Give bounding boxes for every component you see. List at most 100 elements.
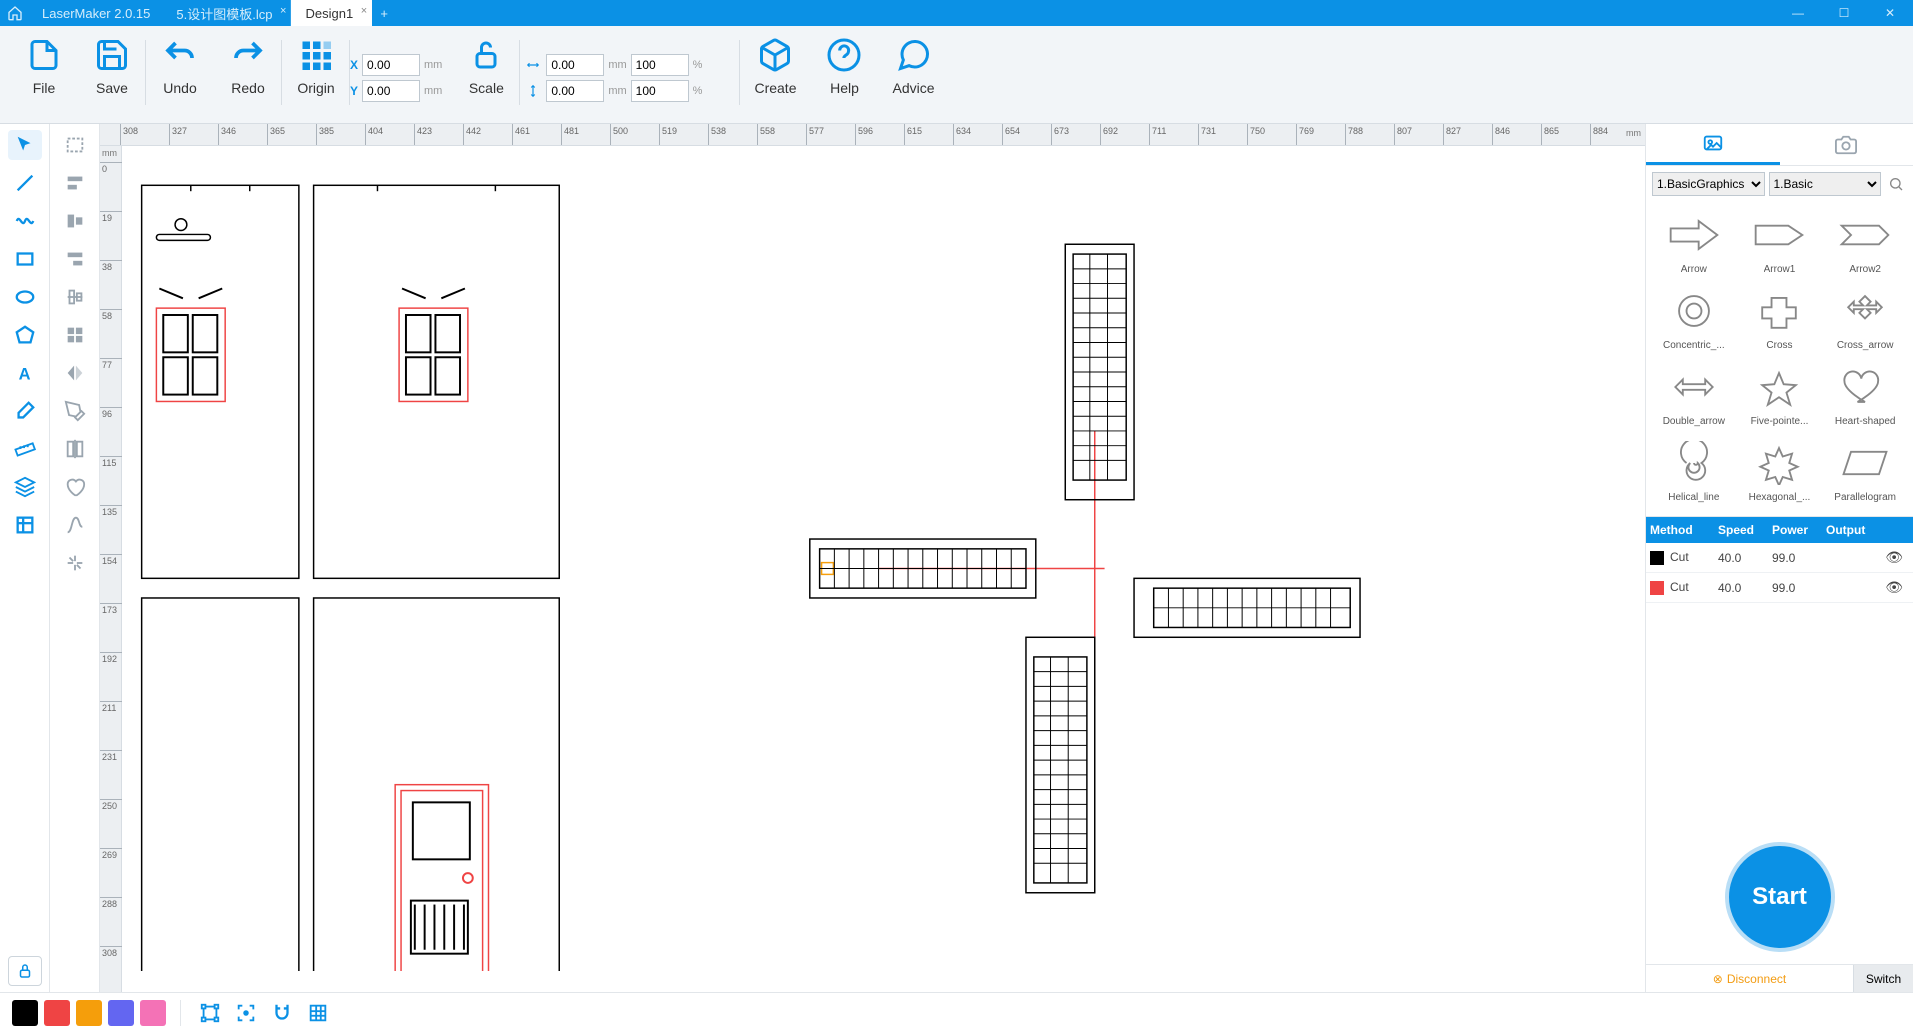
shape-parallelogram[interactable]: Parallelogram xyxy=(1823,434,1907,508)
save-button[interactable]: Save xyxy=(78,32,146,123)
pen-tool[interactable] xyxy=(58,396,92,426)
trace-tool[interactable] xyxy=(58,510,92,540)
shape-hexagonal-[interactable]: Hexagonal_... xyxy=(1738,434,1822,508)
help-button[interactable]: Help xyxy=(810,32,878,123)
shape-library-grid: ArrowArrow1Arrow2 Concentric_... Cross Cros… xyxy=(1646,202,1913,512)
text-tool[interactable]: A xyxy=(8,358,42,388)
shape-label: Parallelogram xyxy=(1834,492,1896,508)
height-pct-input[interactable] xyxy=(631,80,689,102)
palette-swatch[interactable] xyxy=(140,1000,166,1026)
width-input[interactable] xyxy=(546,54,604,76)
shape-label: Cross xyxy=(1766,340,1792,356)
curve-tool[interactable] xyxy=(8,206,42,236)
align-tool-2[interactable] xyxy=(58,206,92,236)
width-pct-input[interactable] xyxy=(631,54,689,76)
magnet-icon[interactable] xyxy=(267,998,297,1028)
ellipse-tool[interactable] xyxy=(8,282,42,312)
palette-swatch[interactable] xyxy=(12,1000,38,1026)
y-input[interactable] xyxy=(362,80,420,102)
group-tool[interactable] xyxy=(58,320,92,350)
height-input[interactable] xyxy=(546,80,604,102)
heart-tool[interactable] xyxy=(58,472,92,502)
dim-inputs: mm% mm% xyxy=(520,32,712,123)
eye-icon[interactable]: 👁 xyxy=(1885,549,1903,565)
artboard-tool[interactable] xyxy=(8,510,42,540)
layer-row[interactable]: Cut40.099.0👁 xyxy=(1646,543,1913,573)
select-tool[interactable] xyxy=(8,130,42,160)
align-tool-4[interactable] xyxy=(58,282,92,312)
layer-row[interactable]: Cut40.099.0👁 xyxy=(1646,573,1913,603)
create-button[interactable]: Create xyxy=(740,32,810,123)
shape-label: Hexagonal_... xyxy=(1749,492,1811,508)
start-button[interactable]: Start xyxy=(1725,842,1835,952)
origin-button[interactable]: Origin xyxy=(282,32,350,123)
col-speed: Speed xyxy=(1714,517,1768,543)
maximize-button[interactable]: ☐ xyxy=(1821,0,1867,26)
shape-cross-arrow[interactable]: Cross_arrow xyxy=(1823,282,1907,356)
width-icon xyxy=(524,58,542,72)
search-icon[interactable] xyxy=(1885,173,1907,195)
coord-inputs: Xmm Ymm xyxy=(350,32,452,123)
switch-button[interactable]: Switch xyxy=(1853,965,1913,992)
col-power: Power xyxy=(1768,517,1822,543)
shape-concentric-[interactable]: Concentric_... xyxy=(1652,282,1736,356)
palette-swatch[interactable] xyxy=(44,1000,70,1026)
library-tab[interactable] xyxy=(1646,124,1780,165)
palette-swatch[interactable] xyxy=(76,1000,102,1026)
close-button[interactable]: ✕ xyxy=(1867,0,1913,26)
measure-tool[interactable] xyxy=(8,434,42,464)
shape-five-pointe-[interactable]: Five-pointe... xyxy=(1738,358,1822,432)
rect-tool[interactable] xyxy=(8,244,42,274)
tab-file-2[interactable]: Design1 × xyxy=(291,0,372,26)
home-icon[interactable] xyxy=(0,5,30,21)
shape-double-arrow[interactable]: Double_arrow xyxy=(1652,358,1736,432)
polygon-tool[interactable] xyxy=(8,320,42,350)
shape-arrow1[interactable]: Arrow1 xyxy=(1738,206,1822,280)
spark-tool[interactable] xyxy=(58,548,92,578)
focus-icon[interactable] xyxy=(231,998,261,1028)
shape-thumb-icon xyxy=(1744,282,1814,340)
eye-icon[interactable]: 👁 xyxy=(1885,579,1903,595)
align-tool-3[interactable] xyxy=(58,244,92,274)
tab-add-button[interactable]: + xyxy=(372,6,396,21)
bottom-bar xyxy=(0,992,1913,1032)
undo-icon xyxy=(160,34,200,76)
shape-cross[interactable]: Cross xyxy=(1738,282,1822,356)
close-icon[interactable]: × xyxy=(280,5,286,17)
app-name: LaserMaker 2.0.15 xyxy=(30,6,162,21)
camera-tab[interactable] xyxy=(1780,124,1913,165)
shape-thumb-icon xyxy=(1830,434,1900,492)
advice-button[interactable]: Advice xyxy=(878,32,948,123)
align-tool-1[interactable] xyxy=(58,168,92,198)
lock-button[interactable] xyxy=(8,956,42,986)
shape-thumb-icon xyxy=(1830,358,1900,416)
shape-arrow2[interactable]: Arrow2 xyxy=(1823,206,1907,280)
canvas[interactable] xyxy=(122,146,1645,992)
shape-label: Double_arrow xyxy=(1663,416,1725,432)
marquee-icon[interactable] xyxy=(58,130,92,160)
grid-icon[interactable] xyxy=(303,998,333,1028)
line-tool[interactable] xyxy=(8,168,42,198)
col-output: Output xyxy=(1822,517,1913,543)
shape-heart-shaped[interactable]: Heart-shaped xyxy=(1823,358,1907,432)
shape-arrow[interactable]: Arrow xyxy=(1652,206,1736,280)
layers-tool[interactable] xyxy=(8,472,42,502)
x-input[interactable] xyxy=(362,54,420,76)
library-category-2[interactable]: 1.Basic xyxy=(1769,172,1882,196)
mirror-tool[interactable] xyxy=(58,358,92,388)
file-button[interactable]: File xyxy=(10,32,78,123)
close-icon[interactable]: × xyxy=(361,5,367,17)
redo-button[interactable]: Redo xyxy=(214,32,282,123)
palette-swatch[interactable] xyxy=(108,1000,134,1026)
disconnect-status[interactable]: ⊗Disconnect xyxy=(1646,965,1853,992)
scale-button[interactable]: Scale xyxy=(452,32,520,123)
library-category-1[interactable]: 1.BasicGraphics xyxy=(1652,172,1765,196)
eraser-tool[interactable] xyxy=(8,396,42,426)
minimize-button[interactable]: — xyxy=(1775,0,1821,26)
distribute-tool[interactable] xyxy=(58,434,92,464)
tab-file-1[interactable]: 5.设计图模板.lcp × xyxy=(162,0,291,26)
col-method: Method xyxy=(1646,517,1714,543)
bbox-icon[interactable] xyxy=(195,998,225,1028)
shape-helical-line[interactable]: Helical_line xyxy=(1652,434,1736,508)
undo-button[interactable]: Undo xyxy=(146,32,214,123)
